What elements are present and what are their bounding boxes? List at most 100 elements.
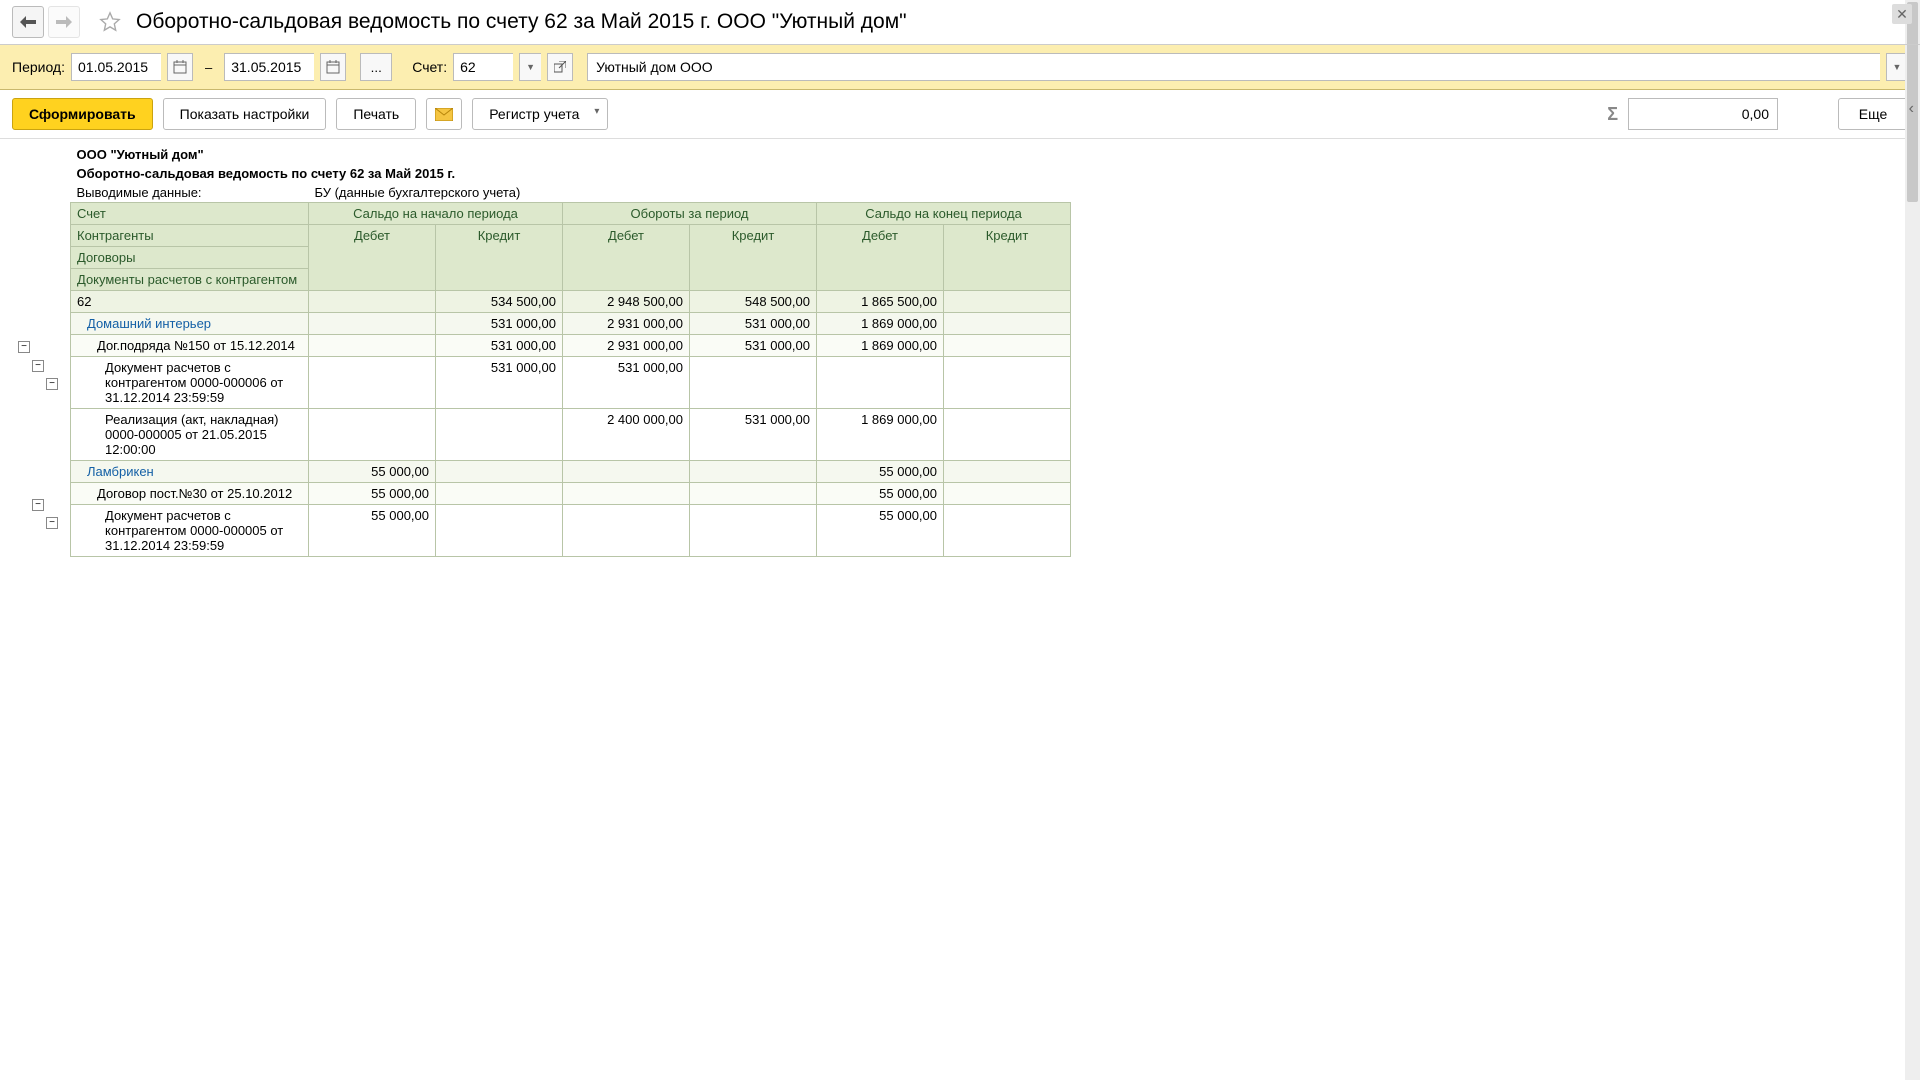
cell-value <box>436 461 563 483</box>
col-group-end: Сальдо на конец периода <box>817 203 1071 225</box>
cell-value <box>690 483 817 505</box>
col-header: Документы расчетов с контрагентом <box>71 269 309 291</box>
filter-bar: Период: – ... Счет: ▼ ▼ <box>0 45 1920 90</box>
cell-value <box>309 313 436 335</box>
tree-toggle[interactable]: − <box>46 517 58 529</box>
cell-value <box>436 409 563 461</box>
cell-value <box>944 335 1071 357</box>
report-org: ООО "Уютный дом" <box>71 145 1071 164</box>
date-from-picker[interactable] <box>167 53 193 81</box>
chevron-down-icon: ▼ <box>1893 62 1902 72</box>
cell-value: 2 931 000,00 <box>563 335 690 357</box>
cell-value <box>944 357 1071 409</box>
tree-toggle[interactable]: − <box>32 360 44 372</box>
report-area: − − − − − ООО "Уютный дом" Оборотно-саль… <box>0 139 1920 557</box>
col-credit: Кредит <box>690 225 817 291</box>
date-to-picker[interactable] <box>320 53 346 81</box>
cell-value <box>563 461 690 483</box>
cell-value: 55 000,00 <box>309 461 436 483</box>
open-external-icon <box>554 61 566 73</box>
cell-value <box>944 313 1071 335</box>
cell-value <box>309 357 436 409</box>
cell-value: 534 500,00 <box>436 291 563 313</box>
col-group-start: Сальдо на начало периода <box>309 203 563 225</box>
table-row[interactable]: Договор пост.№30 от 25.10.201255 000,005… <box>71 483 1071 505</box>
meta-label: Выводимые данные: <box>71 183 309 203</box>
sum-input[interactable] <box>1628 98 1778 130</box>
table-row[interactable]: Реализация (акт, накладная) 0000-000005 … <box>71 409 1071 461</box>
period-picker-button[interactable]: ... <box>360 53 392 81</box>
nav-forward-button[interactable] <box>48 6 80 38</box>
col-header: Контрагенты <box>71 225 309 247</box>
tree-gutter: − − − − − <box>14 145 70 557</box>
nav-back-button[interactable] <box>12 6 44 38</box>
vertical-scrollbar[interactable] <box>1905 0 1920 1080</box>
page-title: Оборотно-сальдовая ведомость по счету 62… <box>136 10 907 34</box>
col-header: Счет <box>71 203 309 225</box>
sigma-icon: Σ <box>1607 104 1618 125</box>
col-header: Договоры <box>71 247 309 269</box>
cell-value <box>309 335 436 357</box>
print-button[interactable]: Печать <box>336 98 416 130</box>
favorite-button[interactable] <box>94 6 126 38</box>
cell-value: 55 000,00 <box>817 483 944 505</box>
show-settings-button[interactable]: Показать настройки <box>163 98 327 130</box>
tree-toggle[interactable]: − <box>46 378 58 390</box>
account-open-button[interactable] <box>547 53 573 81</box>
more-button[interactable]: Еще <box>1838 98 1908 130</box>
col-credit: Кредит <box>944 225 1071 291</box>
calendar-icon <box>326 60 340 74</box>
chevron-down-icon: ▼ <box>526 62 535 72</box>
row-label: Документ расчетов с контрагентом 0000-00… <box>71 505 309 557</box>
cell-value: 531 000,00 <box>436 335 563 357</box>
cell-value: 531 000,00 <box>563 357 690 409</box>
cell-value <box>563 483 690 505</box>
calendar-icon <box>173 60 187 74</box>
table-row[interactable]: 62534 500,002 948 500,00548 500,001 865 … <box>71 291 1071 313</box>
cell-value: 2 400 000,00 <box>563 409 690 461</box>
row-label: Дог.подряда №150 от 15.12.2014 <box>71 335 309 357</box>
cell-value <box>563 505 690 557</box>
table-row[interactable]: Документ расчетов с контрагентом 0000-00… <box>71 505 1071 557</box>
cell-value: 531 000,00 <box>690 409 817 461</box>
cell-value <box>944 291 1071 313</box>
cell-value <box>944 483 1071 505</box>
period-dash: – <box>205 60 212 75</box>
table-row[interactable]: Документ расчетов с контрагентом 0000-00… <box>71 357 1071 409</box>
generate-button[interactable]: Сформировать <box>12 98 153 130</box>
col-debit: Дебет <box>563 225 690 291</box>
register-button[interactable]: Регистр учета <box>472 98 608 130</box>
account-dropdown-button[interactable]: ▼ <box>519 53 541 81</box>
tree-toggle[interactable]: − <box>32 499 44 511</box>
row-label: Ламбрикен <box>71 461 309 483</box>
report-table: ООО "Уютный дом" Оборотно-сальдовая ведо… <box>70 145 1071 557</box>
date-from-input[interactable] <box>71 53 161 81</box>
cell-value <box>436 505 563 557</box>
col-group-turnover: Обороты за период <box>563 203 817 225</box>
arrow-right-icon <box>56 16 72 28</box>
cell-value: 55 000,00 <box>817 461 944 483</box>
organization-input[interactable] <box>587 53 1880 81</box>
account-input[interactable] <box>453 53 513 81</box>
mail-icon <box>435 108 453 121</box>
report-title: Оборотно-сальдовая ведомость по счету 62… <box>71 164 1071 183</box>
cell-value: 55 000,00 <box>309 505 436 557</box>
table-row[interactable]: Дог.подряда №150 от 15.12.2014 531 000,00… <box>71 335 1071 357</box>
cell-value: 2 948 500,00 <box>563 291 690 313</box>
cell-value: 531 000,00 <box>690 335 817 357</box>
table-row[interactable]: Домашний интерьер531 000,002 931 000,005… <box>71 313 1071 335</box>
row-label: 62 <box>71 291 309 313</box>
action-bar: Сформировать Показать настройки Печать Р… <box>0 90 1920 139</box>
collapse-panel-icon[interactable]: ‹ <box>1909 100 1914 118</box>
email-button[interactable] <box>426 98 462 130</box>
cell-value: 1 869 000,00 <box>817 313 944 335</box>
cell-value: 55 000,00 <box>309 483 436 505</box>
cell-value <box>817 357 944 409</box>
cell-value <box>690 461 817 483</box>
table-row[interactable]: Ламбрикен55 000,0055 000,00 <box>71 461 1071 483</box>
date-to-input[interactable] <box>224 53 314 81</box>
cell-value: 55 000,00 <box>817 505 944 557</box>
arrow-left-icon <box>20 16 36 28</box>
cell-value: 1 869 000,00 <box>817 335 944 357</box>
tree-toggle[interactable]: − <box>18 341 30 353</box>
